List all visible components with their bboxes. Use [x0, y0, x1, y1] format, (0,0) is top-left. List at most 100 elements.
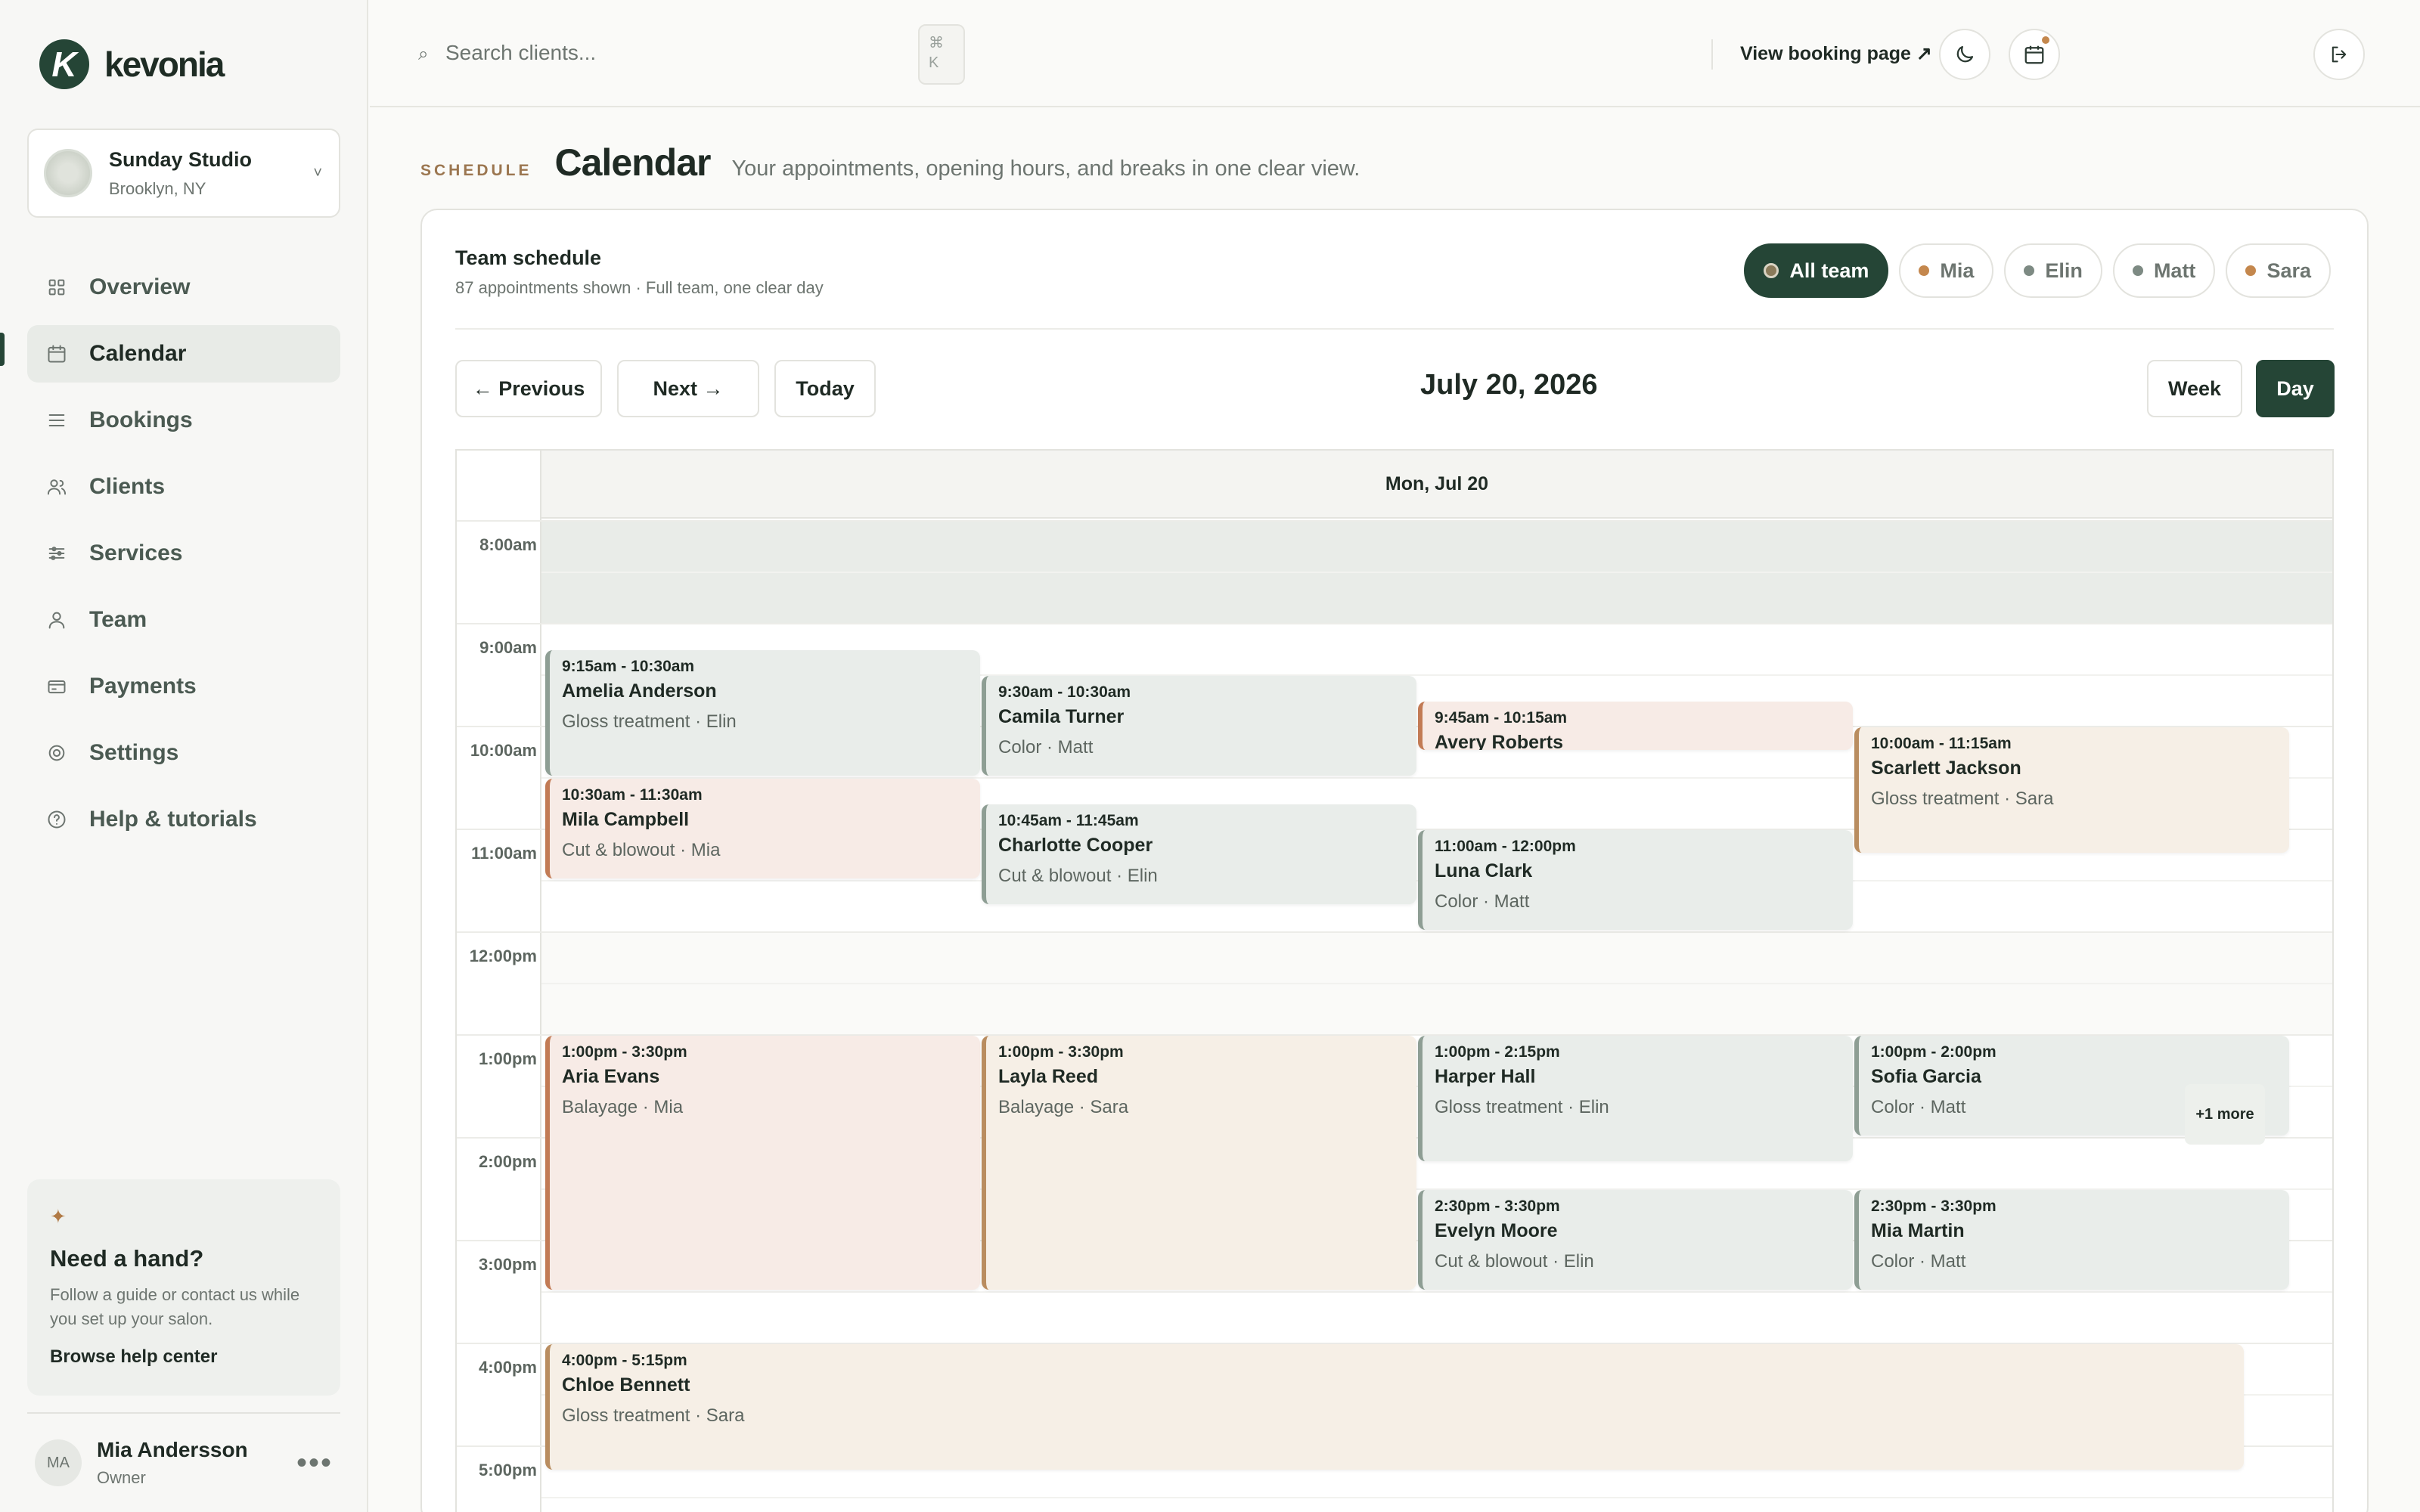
appointment-meta: Color · Matt	[1435, 891, 1530, 912]
hour-line	[457, 520, 2332, 522]
week-view-button[interactable]: Week	[2147, 360, 2242, 417]
page-title: Calendar	[554, 141, 712, 184]
filter-chip-sara[interactable]: Sara	[2226, 243, 2331, 298]
appointment-name: Camila Turner	[998, 706, 1125, 727]
color-dot	[2132, 265, 2143, 276]
appointment-card[interactable]: 2:30pm - 3:30pm Mia Martin Color · Matt	[1854, 1190, 2289, 1290]
appointment-card[interactable]: 1:00pm - 3:30pm Layla Reed Balayage · Sara	[982, 1036, 1416, 1290]
time-label: 12:00pm	[469, 947, 537, 965]
filter-chip-mia[interactable]: Mia	[1899, 243, 1994, 298]
time-label: 10:00am	[470, 741, 537, 760]
filter-chip-label: All team	[1789, 259, 1869, 282]
today-button[interactable]: Today	[774, 360, 876, 417]
appointment-card[interactable]: 1:00pm - 2:15pm Harper Hall Gloss treatmen…	[1418, 1036, 1853, 1161]
filter-chip-label: Elin	[2045, 259, 2083, 282]
browse-help-center-link[interactable]: Browse help center	[50, 1346, 318, 1368]
time-label: 2:00pm	[478, 1152, 537, 1171]
next-button[interactable]: Next →	[617, 360, 759, 417]
half-hour-line	[541, 572, 2332, 573]
list-icon	[45, 409, 68, 432]
user-profile[interactable]: MA Mia Andersson Owner •••	[27, 1412, 340, 1512]
appointment-time: 1:00pm - 3:30pm	[562, 1043, 687, 1061]
sidebar-item-settings[interactable]: Settings	[27, 724, 340, 782]
studio-switcher[interactable]: Sunday Studio Brooklyn, NY ˅	[27, 129, 340, 218]
sidebar-item-calendar[interactable]: Calendar	[27, 325, 340, 383]
appointment-name: Avery Roberts	[1435, 732, 1563, 750]
appointment-time: 9:15am - 10:30am	[562, 658, 695, 675]
filter-chip-label: Sara	[2266, 259, 2311, 282]
appointment-name: Charlotte Cooper	[998, 835, 1153, 856]
appointment-card[interactable]: 10:00am - 11:15am Scarlett Jackson Gloss t…	[1854, 727, 2289, 853]
help-text: Follow a guide or contact us while you s…	[50, 1285, 300, 1328]
more-appointments-button[interactable]: +1 more	[2185, 1084, 2265, 1145]
hour-line	[457, 623, 2332, 624]
appointment-card[interactable]: 11:00am - 12:00pm Luna Clark Color · Matt	[1418, 830, 1853, 930]
appointment-card[interactable]: 9:15am - 10:30am Amelia Anderson Gloss tre…	[545, 650, 980, 776]
appointment-time: 9:30am - 10:30am	[998, 683, 1131, 701]
appointment-time: 2:30pm - 3:30pm	[1871, 1198, 1996, 1215]
sidebar-item-overview[interactable]: Overview	[27, 259, 340, 316]
appointment-name: Scarlett Jackson	[1871, 758, 2021, 779]
time-label: 8:00am	[479, 535, 537, 554]
appointment-time: 11:00am - 12:00pm	[1435, 838, 1576, 855]
sidebar-item-payments[interactable]: Payments	[27, 658, 340, 715]
team-filter: All team Mia Elin Matt Sara	[1733, 243, 2331, 298]
schedule-panel: Team schedule 87 appointments shown · Fu…	[420, 209, 2369, 1512]
appointment-name: Amelia Anderson	[562, 680, 717, 702]
appointment-card[interactable]: 10:30am - 11:30am Mila Campbell Cut & blow…	[545, 779, 980, 878]
appointment-card[interactable]: 4:00pm - 5:15pm Chloe Bennett Gloss treatm…	[545, 1344, 2244, 1470]
sidebar-item-label: Payments	[89, 674, 197, 699]
command-key-icon: ⌘	[929, 35, 944, 51]
current-date: July 20, 2026	[1420, 369, 1598, 401]
appointment-card[interactable]: 10:45am - 11:45am Charlotte Cooper Cut & b…	[982, 804, 1416, 904]
day-view-button[interactable]: Day	[2256, 360, 2335, 417]
calendar-notifications-button[interactable]	[2009, 29, 2060, 80]
filter-chip-matt[interactable]: Matt	[2112, 243, 2216, 298]
time-label: 4:00pm	[478, 1358, 537, 1377]
sidebar-item-team[interactable]: Team	[27, 591, 340, 649]
theme-toggle-button[interactable]	[1939, 29, 1990, 80]
user-name: Mia Andersson	[97, 1438, 248, 1461]
sidebar-item-services[interactable]: Services	[27, 525, 340, 582]
sidebar-item-clients[interactable]: Clients	[27, 458, 340, 516]
appointment-time: 4:00pm - 5:15pm	[562, 1352, 687, 1369]
appointment-name: Layla Reed	[998, 1066, 1099, 1087]
shortcut-hint: ⌘ K	[918, 24, 965, 85]
appointment-meta: Cut & blowout · Mia	[562, 840, 721, 860]
appointment-card[interactable]: 2:30pm - 3:30pm Evelyn Moore Cut & blowout…	[1418, 1190, 1853, 1290]
appointment-card[interactable]: 9:45am - 10:15am Avery Roberts	[1418, 702, 1853, 750]
appointment-meta: Color · Matt	[1871, 1251, 1966, 1272]
calendar-icon	[45, 342, 68, 365]
color-dot	[2024, 265, 2035, 276]
filter-chip-elin[interactable]: Elin	[2004, 243, 2102, 298]
moon-icon	[1956, 45, 1974, 63]
appointment-time: 10:00am - 11:15am	[1871, 735, 2012, 752]
sidebar-item-bookings[interactable]: Bookings	[27, 392, 340, 449]
day-column-header: Mon, Jul 20	[540, 451, 2332, 519]
hour-line	[457, 931, 2332, 933]
sidebar: K kevonia Sunday Studio Brooklyn, NY ˅ O…	[0, 0, 368, 1512]
page-header: SCHEDULE Calendar Your appointments, ope…	[420, 141, 1360, 184]
sidebar-item-help-tutorials[interactable]: Help & tutorials	[27, 791, 340, 848]
logout-button[interactable]	[2313, 29, 2365, 80]
notification-dot	[2042, 36, 2049, 44]
time-label: 5:00pm	[478, 1461, 537, 1479]
sidebar-item-label: Clients	[89, 474, 166, 499]
filter-chip-all-team[interactable]: All team	[1744, 243, 1889, 298]
color-dot	[1919, 265, 1930, 276]
brand[interactable]: K kevonia	[39, 39, 225, 89]
color-dot	[1764, 263, 1779, 278]
appointment-card[interactable]: 1:00pm - 3:30pm Aria Evans Balayage · Mia	[545, 1036, 980, 1290]
previous-button[interactable]: ← Previous	[455, 360, 602, 417]
more-options-icon[interactable]: •••	[296, 1446, 333, 1480]
sidebar-item-label: Services	[89, 541, 183, 565]
day-grid: Mon, Jul 20 8:00am 9:00am 10:00am 11:00am 12…	[455, 449, 2334, 1512]
view-booking-page-link[interactable]: View booking page ↗	[1740, 42, 1932, 65]
help-title: Need a hand?	[50, 1245, 204, 1272]
sidebar-item-label: Bookings	[89, 407, 193, 432]
grid-icon	[45, 276, 68, 299]
appointment-name: Evelyn Moore	[1435, 1220, 1558, 1241]
half-hour-line	[541, 1497, 2332, 1498]
appointment-card[interactable]: 9:30am - 10:30am Camila Turner Color · Mat…	[982, 676, 1416, 776]
search-input[interactable]	[445, 33, 899, 73]
